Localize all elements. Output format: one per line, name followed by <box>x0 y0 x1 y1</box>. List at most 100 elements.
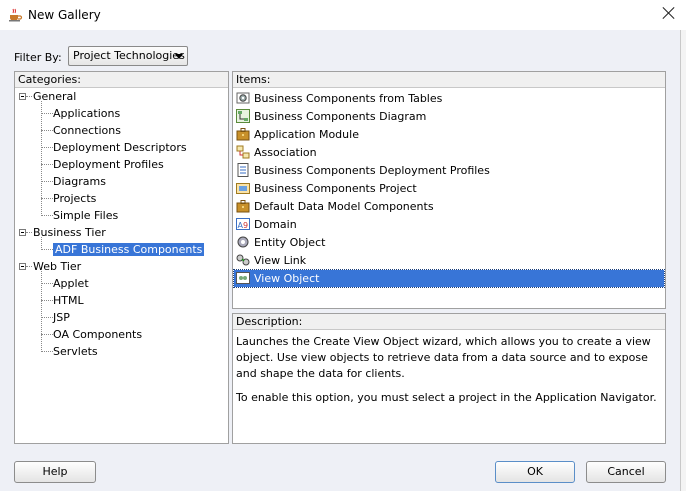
tree-item[interactable]: Applet <box>53 275 89 292</box>
tree-item[interactable]: HTML <box>53 292 84 309</box>
gallery-item[interactable]: View Object <box>233 269 665 288</box>
gallery-item[interactable]: Association <box>234 144 664 161</box>
tree-connector <box>41 164 53 165</box>
tree-item[interactable]: ADF Business Components <box>53 241 205 258</box>
tree-connector <box>41 198 53 199</box>
tree-item-label: JSP <box>53 311 70 324</box>
description-text: Launches the Create View Object wizard, … <box>236 334 660 414</box>
filter-selected-value: Project Technologies <box>73 49 185 62</box>
tree-connector <box>41 249 53 250</box>
filter-dropdown[interactable]: Project Technologies <box>68 46 188 66</box>
items-panel: Items: Business Components from Tables Bu… <box>232 71 666 309</box>
view-object-icon <box>236 271 250 285</box>
description-note: To enable this option, you must select a… <box>236 391 657 404</box>
tree-connector <box>26 96 32 97</box>
close-button[interactable] <box>662 6 676 20</box>
tree-item-label: Simple Files <box>53 209 119 222</box>
items-header: Items: <box>233 72 665 88</box>
tree-item[interactable]: OA Components <box>53 326 142 343</box>
gallery-item[interactable]: Entity Object <box>234 234 664 251</box>
tree-item-label: HTML <box>53 294 84 307</box>
tree-connector <box>41 283 53 284</box>
gallery-item-label: Application Module <box>254 128 359 141</box>
tree-item-label: Deployment Profiles <box>53 158 164 171</box>
association-icon <box>236 145 250 159</box>
project-icon <box>236 181 250 195</box>
categories-panel: Categories: General Applications Connectio… <box>14 71 229 444</box>
gallery-item-label: Business Components Project <box>254 182 417 195</box>
gallery-item-label: Association <box>254 146 317 159</box>
gallery-item-label: View Link <box>254 254 307 267</box>
gallery-item-label: Default Data Model Components <box>254 200 434 213</box>
tree-item-label: Projects <box>53 192 97 205</box>
tree-item[interactable]: Deployment Descriptors <box>53 139 187 156</box>
tree-item[interactable]: Diagrams <box>53 173 106 190</box>
tree-connector <box>41 130 53 131</box>
gallery-item-label: Business Components Diagram <box>254 110 427 123</box>
window-edge <box>680 30 686 491</box>
tree-item-label: ADF Business Components <box>53 243 205 256</box>
gallery-item-label: Business Components from Tables <box>254 92 443 105</box>
tree-connector <box>41 181 53 182</box>
ok-button[interactable]: OK <box>495 461 575 483</box>
domain-icon: A9 <box>236 217 250 231</box>
tree-connector <box>41 271 42 352</box>
tree-item[interactable]: Deployment Profiles <box>53 156 164 173</box>
tree-connector <box>41 237 42 250</box>
view-link-icon <box>236 253 250 267</box>
description-header: Description: <box>233 314 665 330</box>
title-bar: New Gallery <box>0 0 686 30</box>
tree-item-label: Diagrams <box>53 175 106 188</box>
gallery-item[interactable]: A 9 Domain <box>234 216 664 233</box>
tree-item[interactable]: Applications <box>53 105 120 122</box>
dropdown-arrow-icon <box>175 54 183 59</box>
gallery-item[interactable]: Application Module <box>234 126 664 143</box>
help-button[interactable]: Help <box>14 461 96 483</box>
categories-header: Categories: <box>15 72 228 88</box>
window-title: New Gallery <box>28 8 101 22</box>
gallery-item[interactable]: Business Components Project <box>234 180 664 197</box>
svg-text:9: 9 <box>243 221 248 230</box>
tree-connector <box>41 351 53 352</box>
tree-connector <box>41 101 42 216</box>
gallery-item-label: View Object <box>254 272 320 285</box>
tree-connector <box>41 334 53 335</box>
tree-connector <box>26 266 32 267</box>
tree-item[interactable]: Simple Files <box>53 207 118 224</box>
gallery-item[interactable]: Business Components Diagram <box>234 108 664 125</box>
tree-group-0[interactable]: General <box>33 88 76 105</box>
gallery-item-label: Business Components Deployment Profiles <box>254 164 490 177</box>
cancel-button[interactable]: Cancel <box>586 461 666 483</box>
collapse-icon[interactable] <box>19 93 26 100</box>
tree-item[interactable]: JSP <box>53 309 70 326</box>
tree-item[interactable]: Projects <box>53 190 96 207</box>
gear-table-icon <box>236 91 250 105</box>
tree-connector <box>41 300 53 301</box>
tree-item[interactable]: Connections <box>53 122 121 139</box>
briefcase-icon <box>236 127 250 141</box>
gallery-item[interactable]: View Link <box>234 252 664 269</box>
tree-item-label: Applet <box>53 277 89 290</box>
gallery-item[interactable]: Business Components Deployment Profiles <box>234 162 664 179</box>
description-paragraph: Launches the Create View Object wizard, … <box>236 335 651 380</box>
filter-label: Filter By: <box>14 51 62 64</box>
gallery-item[interactable]: Default Data Model Components <box>234 198 664 215</box>
gallery-item[interactable]: Business Components from Tables <box>234 90 664 107</box>
tree-connector <box>41 147 53 148</box>
description-panel: Description: Launches the Create View Ob… <box>232 313 666 444</box>
collapse-icon[interactable] <box>19 229 26 236</box>
tree-item[interactable]: Servlets <box>53 343 98 360</box>
tree-item-label: Servlets <box>53 345 98 358</box>
tree-connector <box>26 232 32 233</box>
collapse-icon[interactable] <box>19 263 26 270</box>
tree-group-1[interactable]: Business Tier <box>33 224 106 241</box>
tree-connector <box>41 113 53 114</box>
tree-group-label: General <box>33 90 77 103</box>
tree-item-label: Connections <box>53 124 121 137</box>
gallery-item-label: Domain <box>254 218 297 231</box>
tree-group-label: Business Tier <box>33 226 106 239</box>
diagram-icon <box>236 109 250 123</box>
entity-object-icon <box>236 235 250 249</box>
tree-item-label: OA Components <box>53 328 143 341</box>
gallery-item-label: Entity Object <box>254 236 326 249</box>
